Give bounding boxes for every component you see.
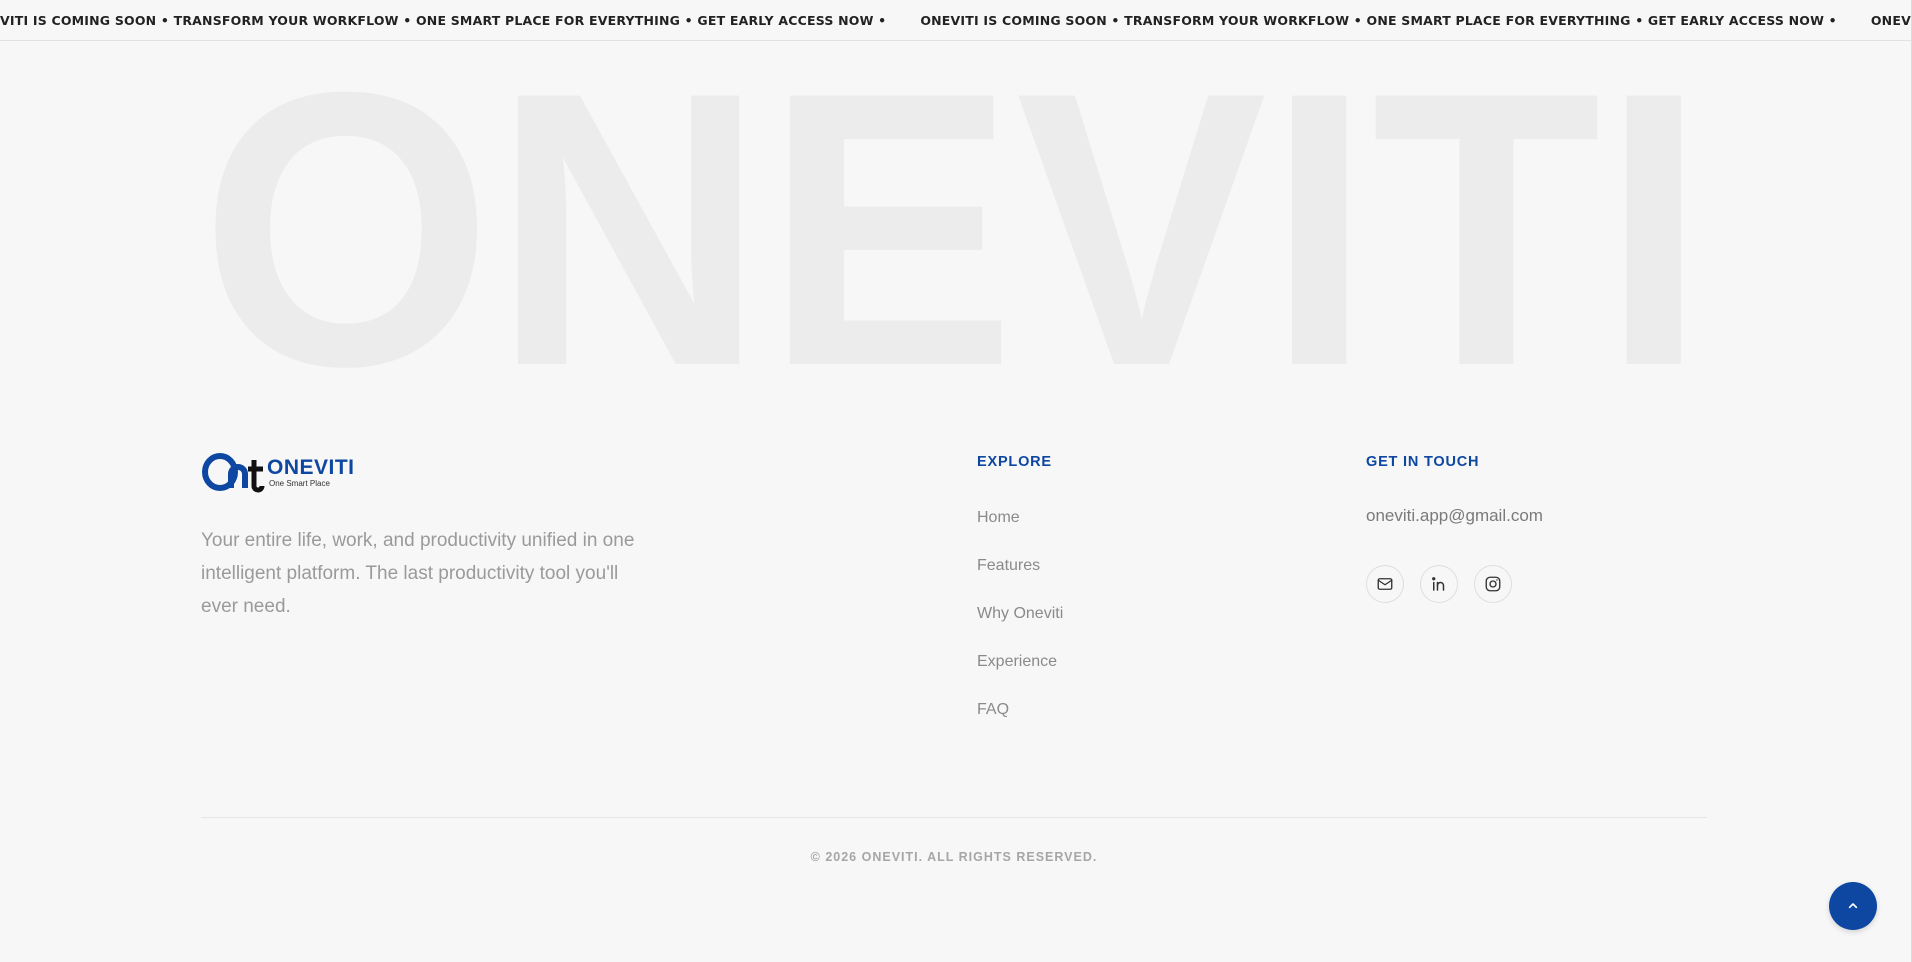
nav-link-experience[interactable]: Experience [977, 644, 1063, 692]
instagram-icon [1485, 576, 1501, 592]
copyright-text: © 2026 ONEVITI. ALL RIGHTS RESERVED. [810, 850, 1098, 864]
social-links [1366, 565, 1512, 603]
linkedin-button[interactable] [1420, 565, 1458, 603]
nav-link-features[interactable]: Features [977, 548, 1063, 596]
brand-text: ONEVITI One Smart Place [267, 455, 355, 488]
contact-email-link[interactable]: oneviti.app@gmail.com [1366, 506, 1543, 526]
hero-watermark-text: ONEVITI [200, 44, 1706, 384]
brand-logo[interactable]: ONEVITI One Smart Place [201, 450, 355, 494]
ticker-track: VITI IS COMING SOON • TRANSFORM YOUR WOR… [0, 0, 1912, 40]
brand-name: ONEVITI [267, 455, 355, 479]
hero-watermark-word: ONEVITI [200, 44, 1706, 384]
nav-link-why-oneviti[interactable]: Why Oneviti [977, 596, 1063, 644]
announcement-ticker: VITI IS COMING SOON • TRANSFORM YOUR WOR… [0, 0, 1912, 41]
explore-heading: EXPLORE [977, 454, 1052, 470]
brand-tagline: One Smart Place [269, 478, 330, 488]
contact-heading: GET IN TOUCH [1366, 454, 1480, 470]
ticker-item: ONEVITI IS COMING SOON • TRANSFORM YOUR … [920, 12, 1837, 28]
footer-divider [201, 817, 1707, 818]
nav-link-home[interactable]: Home [977, 500, 1063, 548]
ticker-item: VITI IS COMING SOON • TRANSFORM YOUR WOR… [0, 12, 887, 28]
instagram-button[interactable] [1474, 565, 1512, 603]
brand-logo-mark [202, 453, 265, 493]
ticker-item: ONEVITI IS COMING SOON • [1870, 12, 1912, 28]
about-description: Your entire life, work, and productivity… [201, 530, 635, 617]
mail-icon [1377, 578, 1393, 590]
nav-link-faq[interactable]: FAQ [977, 692, 1063, 740]
back-to-top-button[interactable] [1829, 882, 1877, 930]
explore-nav: Home Features Why Oneviti Experience FAQ [977, 500, 1063, 740]
chevron-up-icon [1848, 903, 1858, 909]
mail-button[interactable] [1366, 565, 1404, 603]
linkedin-icon [1432, 577, 1445, 591]
